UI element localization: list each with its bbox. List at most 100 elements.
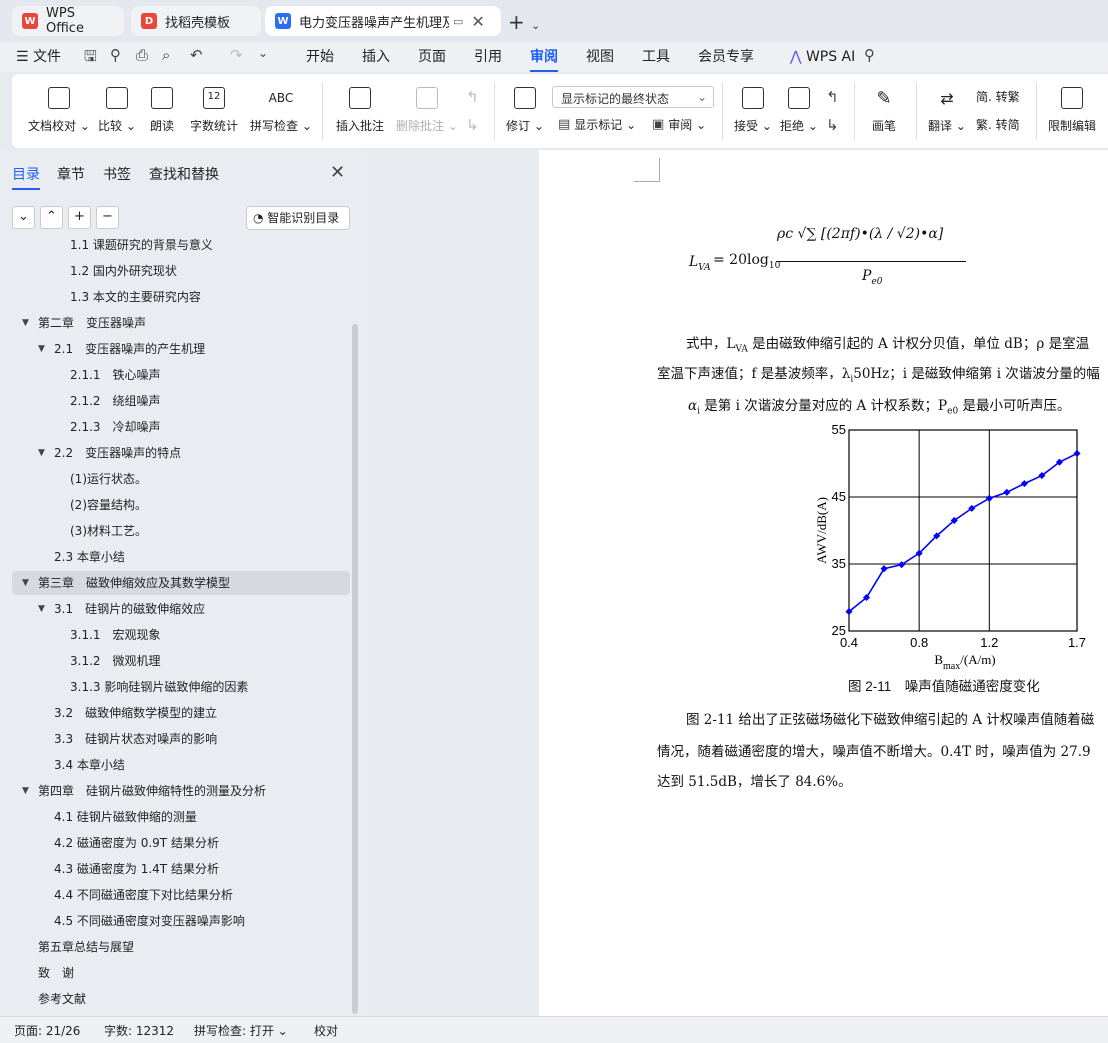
spell-check-button[interactable]: ABC 拼写检查 ⌄ (250, 84, 312, 134)
collapse-triangle-icon[interactable]: ▼ (38, 441, 45, 465)
reject-button[interactable]: 拒绝 ⌄ (780, 84, 818, 134)
restrict-editing-button[interactable]: 限制编辑 (1048, 84, 1096, 134)
toc-item[interactable]: 4.1 硅钢片磁致伸缩的测量 (12, 805, 350, 829)
monitor-icon[interactable]: ▭ (453, 15, 463, 28)
toc-item[interactable]: 1.2 国内外研究现状 (12, 259, 350, 283)
collapse-triangle-icon[interactable]: ▼ (38, 597, 45, 621)
insert-comment-button[interactable]: 插入批注 (336, 84, 384, 134)
collapse-triangle-icon[interactable]: ▼ (22, 571, 29, 595)
search-icon[interactable]: ⚲ (864, 46, 875, 64)
review-pane-icon: ▣ (652, 117, 665, 132)
chevron-down-icon[interactable]: ⌄ (531, 19, 540, 32)
next-change-icon[interactable]: ↳ (826, 116, 839, 134)
toc-item[interactable]: 第五章总结与展望 (12, 935, 350, 959)
read-aloud-button[interactable]: 朗读 (150, 84, 174, 134)
tab-wps-office[interactable]: W WPS Office (12, 6, 124, 36)
compare-button[interactable]: 比较 ⌄ (98, 84, 136, 134)
toc-item[interactable]: ▼ 2.2 变压器噪声的特点 (12, 441, 350, 465)
tab-chapters[interactable]: 章节 (57, 164, 85, 184)
toc-item[interactable]: 3.4 本章小结 (12, 753, 350, 777)
save-icon[interactable]: 🖫 (84, 46, 97, 71)
menu-page[interactable]: 页面 (418, 46, 446, 68)
doc-check-button[interactable]: 文档校对 ⌄ (28, 84, 90, 134)
more-chevron-icon[interactable]: ⌄ (258, 46, 268, 60)
expand-down-button[interactable]: ⌄ (12, 206, 35, 229)
close-tab-icon[interactable]: ✕ (471, 12, 484, 31)
toc-item[interactable]: (1)运行状态。 (12, 467, 350, 491)
toc-item[interactable]: 4.4 不同磁通密度下对比结果分析 (12, 883, 350, 907)
wps-ai-button[interactable]: ⋀ WPS AI (790, 46, 855, 68)
show-marks-button[interactable]: ▤ 显示标记 ⌄ (558, 116, 636, 133)
toc-item[interactable]: 2.1.1 铁心噪声 (12, 363, 350, 387)
toc-item[interactable]: (2)容量结构。 (12, 493, 350, 517)
word-count-status[interactable]: 字数: 12312 (104, 1022, 174, 1039)
delete-comment-button[interactable]: 删除批注 ⌄ (396, 84, 458, 134)
smart-toc-button[interactable]: ◔ 智能识别目录 (246, 206, 350, 230)
toc-item[interactable]: (3)材料工艺。 (12, 519, 350, 543)
menu-references[interactable]: 引用 (474, 46, 502, 68)
spell-check-status[interactable]: 拼写检查: 打开 ⌄ (194, 1022, 288, 1039)
share-icon[interactable]: ⚲ (110, 46, 121, 64)
word-count-button[interactable]: 12 字数统计 (190, 84, 238, 134)
toc-item[interactable]: ▼ 第二章 变压器噪声 (12, 311, 350, 335)
toc-item[interactable]: 3.1.3 影响硅钢片磁致伸缩的因素 (12, 675, 350, 699)
toc-item[interactable]: ▼ 3.1 硅钢片的磁致伸缩效应 (12, 597, 350, 621)
toc-item[interactable]: 1.1 课题研究的背景与意义 (12, 235, 350, 257)
menu-tools[interactable]: 工具 (642, 46, 670, 68)
close-pane-icon[interactable]: ✕ (330, 162, 345, 183)
tab-bookmarks[interactable]: 书签 (103, 164, 131, 184)
toc-item[interactable]: 4.3 磁通密度为 1.4T 结果分析 (12, 857, 350, 881)
toc-item[interactable]: 3.1.1 宏观现象 (12, 623, 350, 647)
redo-icon[interactable]: ↷ (230, 46, 243, 64)
prev-comment-icon[interactable]: ↰ (466, 88, 479, 106)
menu-review[interactable]: 审阅 (530, 46, 558, 72)
toc-item[interactable]: ▼ 2.1 变压器噪声的产生机理 (12, 337, 350, 361)
to-simplified-button[interactable]: 繁. 转简 (976, 116, 1020, 133)
markup-state-select[interactable]: 显示标记的最终状态 ⌄ (552, 86, 714, 108)
toc-item[interactable]: 2.1.3 冷却噪声 (12, 415, 350, 439)
print-preview-icon[interactable]: ⌕ (162, 46, 170, 64)
toc-item[interactable]: 4.2 磁通密度为 0.9T 结果分析 (12, 831, 350, 855)
file-menu[interactable]: ☰ 文件 (16, 46, 61, 68)
toc-item[interactable]: 2.1.2 绕组噪声 (12, 389, 350, 413)
collapse-triangle-icon[interactable]: ▼ (22, 311, 29, 335)
toc-item[interactable]: 2.3 本章小结 (12, 545, 350, 569)
tab-find-replace[interactable]: 查找和替换 (149, 164, 219, 184)
remove-heading-button[interactable]: − (96, 206, 119, 229)
toc-item[interactable]: 1.3 本文的主要研究内容 (12, 285, 350, 309)
prev-change-icon[interactable]: ↰ (826, 88, 839, 106)
next-comment-icon[interactable]: ↳ (466, 116, 479, 134)
collapse-triangle-icon[interactable]: ▼ (38, 337, 45, 361)
menu-view[interactable]: 视图 (586, 46, 614, 68)
restrict-editing-label: 限制编辑 (1048, 119, 1097, 133)
menu-start[interactable]: 开始 (306, 46, 334, 68)
toc-scrollbar[interactable] (352, 324, 358, 1014)
pen-button[interactable]: ✎ 画笔 (872, 84, 896, 134)
to-traditional-button[interactable]: 简. 转繁 (976, 88, 1020, 105)
undo-icon[interactable]: ↶ (190, 46, 203, 64)
toc-item[interactable]: 3.1.2 微观机理 (12, 649, 350, 673)
toc-item[interactable]: ▼ 第三章 磁致伸缩效应及其数学模型 (12, 571, 350, 595)
review-pane-button[interactable]: ▣ 审阅 ⌄ (652, 116, 706, 133)
collapse-triangle-icon[interactable]: ▼ (22, 779, 29, 803)
tab-toc[interactable]: 目录 (12, 164, 40, 190)
print-icon[interactable]: ⎙ (136, 46, 148, 64)
menu-insert[interactable]: 插入 (362, 46, 390, 68)
add-heading-button[interactable]: + (68, 206, 91, 229)
collapse-up-button[interactable]: ⌃ (40, 206, 63, 229)
tab-docer-templates[interactable]: D 找稻壳模板 (131, 6, 261, 36)
toc-item[interactable]: 3.3 硅钢片状态对噪声的影响 (12, 727, 350, 751)
page-indicator[interactable]: 页面: 21/26 (14, 1022, 80, 1039)
revise-button[interactable]: 修订 ⌄ (506, 84, 544, 134)
toc-item[interactable]: 3.2 磁致伸缩数学模型的建立 (12, 701, 350, 725)
toc-item[interactable]: ▼ 第四章 硅钢片磁致伸缩特性的测量及分析 (12, 779, 350, 803)
toc-item[interactable]: 4.5 不同磁通密度对变压器噪声影响 (12, 909, 350, 933)
toc-item[interactable]: 参考文献 (12, 987, 350, 1011)
translate-button[interactable]: ⇄ 翻译 ⌄ (928, 84, 966, 134)
menu-membership[interactable]: 会员专享 (698, 46, 754, 68)
accept-button[interactable]: 接受 ⌄ (734, 84, 772, 134)
new-tab-button[interactable]: + ⌄ (508, 10, 540, 34)
proofread-status[interactable]: 校对 (314, 1022, 338, 1039)
toc-item[interactable]: 致 谢 (12, 961, 350, 985)
tab-document[interactable]: W 电力变压器噪声产生机理及其影 ▭ ✕ (265, 6, 501, 36)
